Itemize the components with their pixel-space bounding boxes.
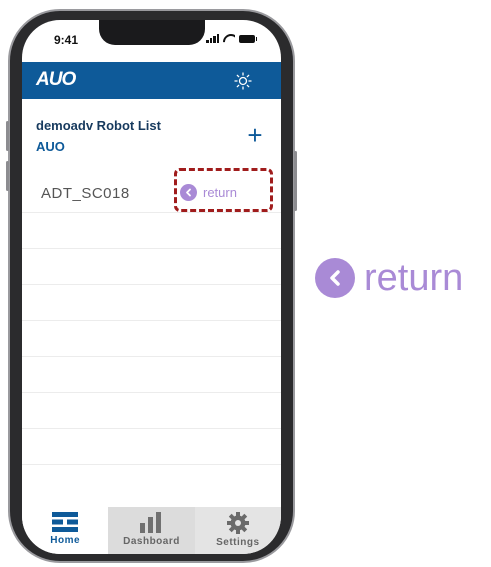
list-row [22,393,281,429]
zoomed-return-label: return [364,257,464,299]
list-title: demoadv Robot List [36,118,161,133]
home-icon [52,512,79,532]
sun-icon[interactable] [234,72,252,90]
list-subtitle: AUO [36,139,65,154]
app-header: AUO [22,62,281,99]
tab-dashboard-label: Dashboard [123,536,180,547]
tab-dashboard[interactable]: Dashboard [108,507,195,554]
app-logo: AUO [36,69,76,90]
signal-icon [206,34,219,43]
bar-chart-icon [140,512,162,533]
volume-button [6,161,9,191]
add-robot-button[interactable]: + [244,122,266,148]
tab-settings[interactable]: Settings [194,507,281,554]
wifi-icon [223,34,235,43]
tab-home-label: Home [50,535,81,546]
gear-icon [226,512,249,534]
highlight-box [174,168,273,212]
chevron-left-icon [315,258,355,298]
list-row [22,213,281,249]
tab-home[interactable]: Home [22,507,109,554]
list-row [22,249,281,285]
tab-settings-label: Settings [216,537,260,548]
list-row [22,285,281,321]
power-button [294,151,297,211]
list-row [22,429,281,465]
status-icons [206,34,257,43]
notch [99,20,205,45]
volume-button [6,121,9,151]
status-time: 9:41 [54,33,79,47]
list-row [22,357,281,393]
list-row [22,321,281,357]
phone-screen: 9:41 AUO demoadv Robot List AUO + ADT_SC… [22,20,281,554]
zoomed-return-button: return [315,258,463,298]
robot-name[interactable]: ADT_SC018 [41,185,130,202]
battery-icon [239,35,257,43]
tab-bar: Home Dashboard Settings [22,507,281,554]
